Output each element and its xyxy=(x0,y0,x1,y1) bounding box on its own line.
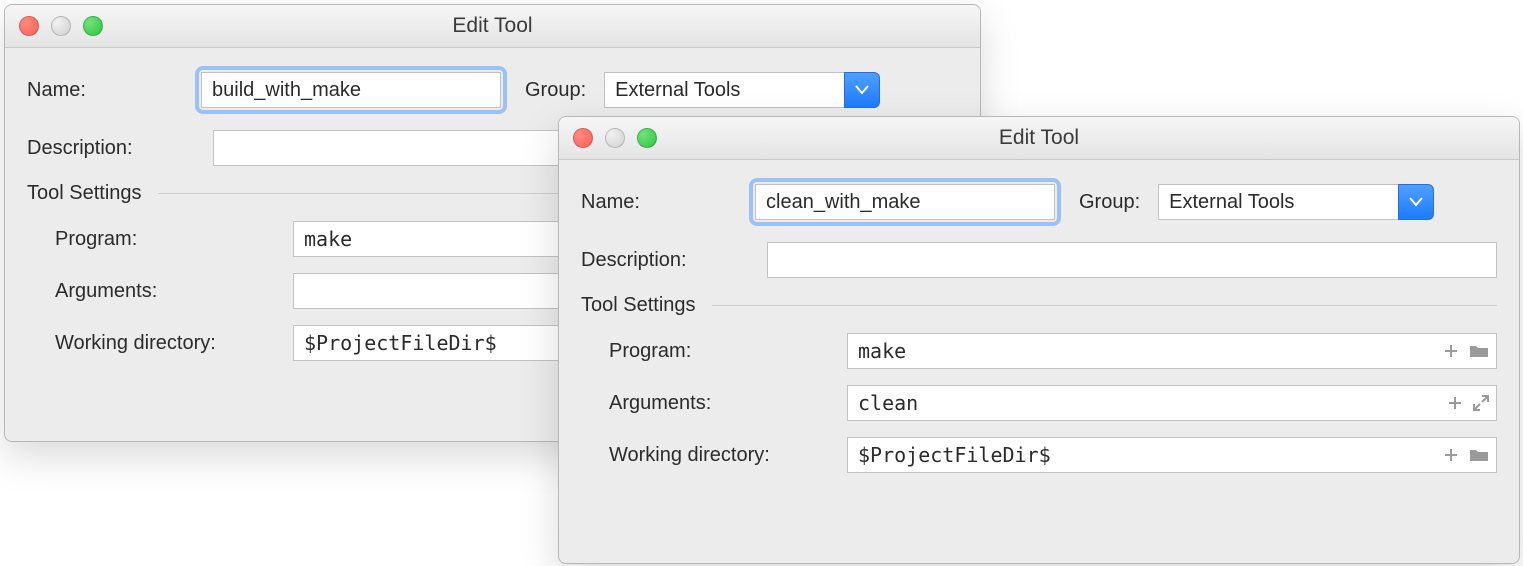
name-field[interactable] xyxy=(755,184,1055,220)
separator-rule xyxy=(712,305,1497,306)
plus-icon[interactable] xyxy=(1443,447,1459,463)
close-button[interactable] xyxy=(573,128,593,148)
description-label: Description: xyxy=(581,249,749,272)
description-field[interactable] xyxy=(767,242,1497,278)
working-dir-label: Working directory: xyxy=(27,332,275,355)
minimize-button[interactable] xyxy=(605,128,625,148)
plus-icon[interactable] xyxy=(1443,343,1459,359)
group-value[interactable] xyxy=(1158,184,1398,220)
tool-settings-separator: Tool Settings xyxy=(581,294,1497,317)
expand-icon[interactable] xyxy=(1473,395,1489,411)
edit-tool-dialog-2: Edit Tool Name: Group: Description: Tool… xyxy=(558,116,1520,564)
zoom-button[interactable] xyxy=(83,16,103,36)
folder-open-icon[interactable] xyxy=(1469,343,1489,359)
window-title: Edit Tool xyxy=(999,126,1079,150)
titlebar: Edit Tool xyxy=(5,5,980,48)
tool-settings-label: Tool Settings xyxy=(581,294,696,317)
window-title: Edit Tool xyxy=(452,14,532,38)
name-field-focus-ring xyxy=(749,178,1061,226)
close-button[interactable] xyxy=(19,16,39,36)
name-label: Name: xyxy=(27,79,177,102)
group-value[interactable] xyxy=(604,72,844,108)
traffic-lights xyxy=(573,128,657,148)
name-label: Name: xyxy=(581,191,731,214)
folder-open-icon[interactable] xyxy=(1469,447,1489,463)
program-field[interactable] xyxy=(847,333,1497,369)
group-combobox[interactable] xyxy=(1158,184,1434,220)
arguments-field[interactable] xyxy=(847,385,1497,421)
name-field-focus-ring xyxy=(195,66,507,114)
working-dir-field[interactable] xyxy=(847,437,1497,473)
chevron-down-icon[interactable] xyxy=(844,72,880,108)
zoom-button[interactable] xyxy=(637,128,657,148)
group-label: Group: xyxy=(525,79,586,102)
name-field[interactable] xyxy=(201,72,501,108)
group-label: Group: xyxy=(1079,191,1140,214)
working-dir-label: Working directory: xyxy=(581,444,829,467)
traffic-lights xyxy=(19,16,103,36)
tool-settings-label: Tool Settings xyxy=(27,182,142,205)
minimize-button[interactable] xyxy=(51,16,71,36)
program-label: Program: xyxy=(581,340,829,363)
titlebar: Edit Tool xyxy=(559,117,1519,160)
plus-icon[interactable] xyxy=(1447,395,1463,411)
arguments-label: Arguments: xyxy=(581,392,829,415)
arguments-label: Arguments: xyxy=(27,280,275,303)
program-label: Program: xyxy=(27,228,275,251)
chevron-down-icon[interactable] xyxy=(1398,184,1434,220)
group-combobox[interactable] xyxy=(604,72,880,108)
description-label: Description: xyxy=(27,137,195,160)
